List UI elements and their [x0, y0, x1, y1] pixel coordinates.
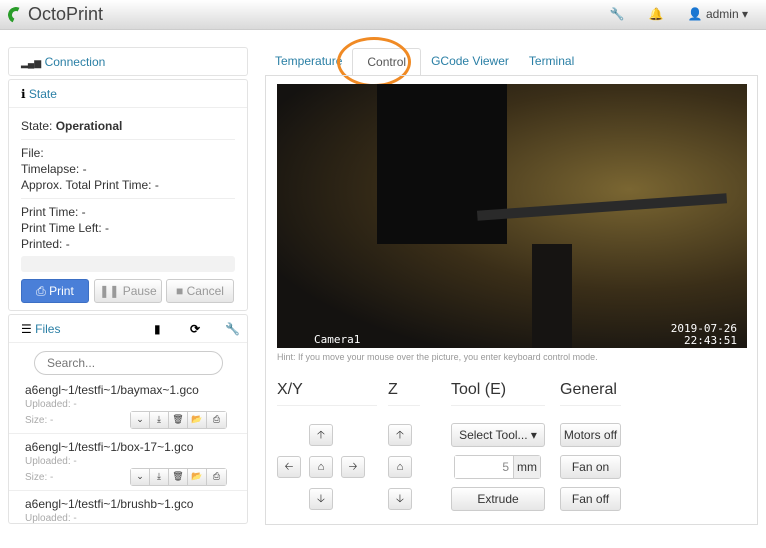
extrude-button[interactable]: Extrude — [451, 487, 545, 511]
pause-button[interactable]: ❚❚ Pause — [94, 279, 162, 303]
username: admin — [705, 7, 739, 21]
fan-off-button[interactable]: Fan off — [560, 487, 621, 511]
state-value: Operational — [55, 119, 123, 133]
file-name: a6engl~1/testfi~1/baymax~1.gco — [25, 383, 199, 397]
z-minus-button[interactable]: 🡣 — [388, 488, 412, 510]
x-plus-button[interactable]: 🡢 — [341, 456, 365, 478]
download-icon[interactable]: ⤓ — [150, 412, 169, 428]
select-tool-label: Select Tool... — [459, 428, 528, 442]
files-header[interactable]: ☰ Files ▮ ⟳ 🔧 — [9, 315, 247, 343]
pause-label: Pause — [122, 284, 157, 298]
file-uploaded: Uploaded: - — [25, 513, 77, 524]
brand-name: OctoPrint — [28, 4, 104, 24]
state-header[interactable]: ℹ State — [9, 80, 247, 108]
new-file-icon[interactable]: ▮ — [154, 322, 161, 336]
connection-panel: ▂▄▆ Connection — [8, 47, 248, 76]
xy-heading: X/Y — [277, 381, 377, 406]
print-button[interactable]: ⎙ Print — [21, 279, 89, 303]
stop-icon: ■ — [176, 284, 184, 298]
octoprint-logo-icon — [5, 4, 27, 25]
download-icon[interactable]: ⤓ — [150, 469, 169, 485]
file-item[interactable]: a6engl~1/testfi~1/brushb~1.gco Uploaded:… — [9, 491, 247, 548]
progress-bar — [21, 256, 235, 272]
list-icon: ☰ — [21, 322, 32, 336]
state-label: State: — [21, 119, 53, 133]
tab-bar: Temperature Control GCode Viewer Termina… — [265, 48, 584, 76]
print-file-icon[interactable]: ⎙ — [207, 469, 226, 485]
tool-heading: Tool (E) — [451, 381, 545, 406]
extrude-amount-group: mm — [454, 455, 541, 479]
printer-rail — [476, 193, 728, 221]
z-home-button[interactable]: ⌂ — [388, 456, 412, 478]
load-icon[interactable]: 📂 — [188, 469, 207, 485]
files-title: Files — [35, 322, 61, 336]
fan-on-button[interactable]: Fan on — [560, 455, 621, 479]
expand-icon[interactable]: ⌄ — [131, 469, 150, 485]
file-name: a6engl~1/testfi~1/brushb~1.gco — [25, 497, 194, 511]
y-plus-button[interactable]: 🡡 — [309, 424, 333, 446]
caret-down-icon: ▾ — [530, 428, 537, 442]
keyboard-hint: Hint: If you move your mouse over the pi… — [277, 352, 598, 362]
z-heading: Z — [388, 381, 420, 406]
timelapse-info: Timelapse: - — [21, 162, 87, 176]
expand-icon[interactable]: ⌄ — [131, 412, 150, 428]
y-minus-button[interactable]: 🡣 — [309, 488, 333, 510]
printer-icon: ⎙ — [36, 284, 46, 298]
print-time-left: Print Time Left: - — [21, 221, 110, 235]
motors-off-button[interactable]: Motors off — [560, 423, 621, 447]
connection-title: Connection — [44, 55, 106, 69]
navbar: OctoPrint 🔧 🔔 👤 admin ▾ — [0, 0, 766, 30]
cancel-button[interactable]: ■ Cancel — [166, 279, 234, 303]
select-tool-dropdown[interactable]: Select Tool... ▾ — [451, 423, 545, 447]
bell-icon[interactable]: 🔔 — [649, 7, 664, 21]
wrench-icon[interactable]: 🔧 — [225, 322, 240, 336]
tab-terminal[interactable]: Terminal — [519, 48, 584, 76]
pause-icon: ❚❚ — [99, 284, 120, 298]
brand[interactable]: OctoPrint — [5, 4, 104, 25]
state-title: State — [28, 87, 57, 101]
load-icon[interactable]: 📂 — [188, 412, 207, 428]
xy-home-button[interactable]: ⌂ — [309, 456, 333, 478]
file-item[interactable]: a6engl~1/testfi~1/box-17~1.gco Uploaded:… — [9, 434, 247, 491]
approx-time: Approx. Total Print Time: - — [21, 178, 159, 192]
user-menu[interactable]: 👤 admin ▾ — [688, 7, 748, 21]
refresh-icon[interactable]: ⟳ — [190, 322, 200, 336]
file-item[interactable]: a6engl~1/testfi~1/baymax~1.gco Uploaded:… — [9, 377, 247, 434]
print-file-icon[interactable]: ⎙ — [207, 412, 226, 428]
print-time: Print Time: - — [21, 205, 86, 219]
file-name: a6engl~1/testfi~1/box-17~1.gco — [25, 440, 194, 454]
connection-header[interactable]: ▂▄▆ Connection — [9, 48, 247, 76]
signal-icon: ▂▄▆ — [21, 58, 42, 68]
unit-addon: mm — [513, 456, 540, 478]
delete-icon[interactable]: 🗑 — [169, 469, 188, 485]
z-plus-button[interactable]: 🡡 — [388, 424, 412, 446]
info-icon: ℹ — [21, 87, 26, 101]
print-label: Print — [49, 284, 74, 298]
state-panel: ℹ State State: Operational File: Timelap… — [8, 79, 248, 311]
camera-time: 22:43:51 — [684, 334, 737, 347]
webcam-stream[interactable]: Camera1 2019-07-26 22:43:51 — [277, 84, 747, 348]
cancel-label: Cancel — [186, 284, 224, 298]
camera-label: Camera1 — [314, 333, 361, 346]
tab-gcode-viewer[interactable]: GCode Viewer — [421, 48, 519, 76]
settings-wrench-icon[interactable]: 🔧 — [610, 7, 625, 21]
extrude-amount-input[interactable] — [455, 456, 513, 478]
printer-spool — [532, 244, 572, 348]
printed: Printed: - — [21, 237, 70, 251]
files-panel: ☰ Files ▮ ⟳ 🔧 a6engl~1/testfi~1/baymax~1… — [8, 314, 248, 524]
general-heading: General — [560, 381, 621, 406]
delete-icon[interactable]: 🗑 — [169, 412, 188, 428]
file-info: File: — [21, 146, 44, 160]
file-search-input[interactable] — [34, 351, 223, 375]
x-minus-button[interactable]: 🡠 — [277, 456, 301, 478]
